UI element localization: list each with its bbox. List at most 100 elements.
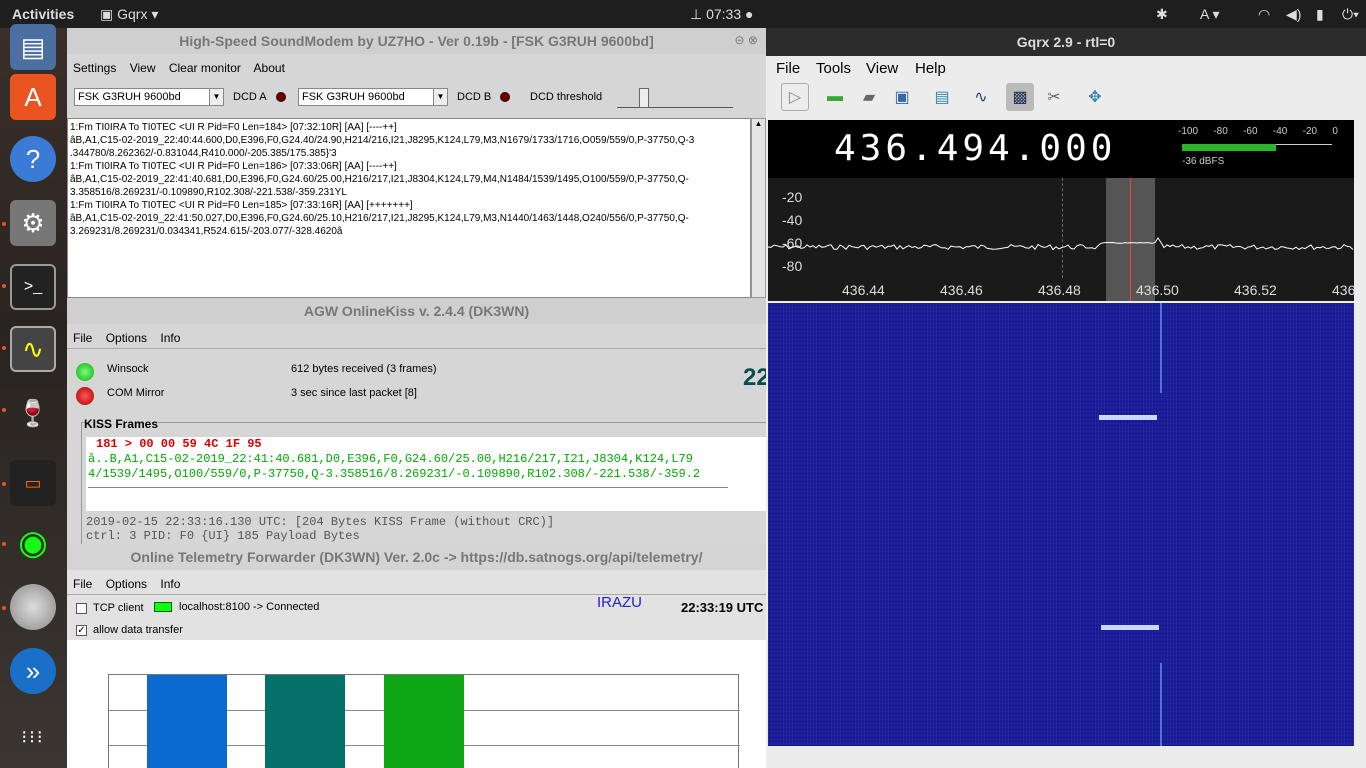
running-indicator xyxy=(2,284,6,288)
save-icon[interactable]: ▣ xyxy=(888,83,916,111)
settings-icon[interactable]: ⚙ xyxy=(10,200,56,246)
frame-text: â..B,A1,C15-02-2019_22:41:40.681,D0,E396… xyxy=(88,452,693,466)
modem-a-select[interactable]: FSK G3RUH 9600bd ▼ xyxy=(74,88,224,106)
fullscreen-icon[interactable]: ✥ xyxy=(1081,83,1109,111)
satellite-dish-icon[interactable] xyxy=(10,584,56,630)
wifi-icon[interactable]: ◠ xyxy=(1258,6,1270,23)
slider-handle[interactable] xyxy=(639,88,649,108)
soundmodem-window: High-Speed SoundModem by UZ7HO - Ver 0.1… xyxy=(67,28,766,298)
monitor-scrollbar[interactable]: ▲ xyxy=(751,118,766,298)
freq-label: 436.50 xyxy=(1136,282,1179,298)
log-line: 1:Fm TI0IRA To TI0TEC <UI R Pid=F0 Len=1… xyxy=(70,200,413,211)
bookmark-icon[interactable]: ▤ xyxy=(928,83,956,111)
activities-button[interactable]: Activities xyxy=(12,6,74,22)
top-bar: Activities ▣ Gqrx ▾ ⊥ 07:33 ● ✱ A ▾ ◠ ◀)… xyxy=(0,0,1366,28)
gqrx-menu-tools[interactable]: Tools xyxy=(816,60,851,77)
menu-clear-monitor[interactable]: Clear monitor xyxy=(169,61,241,75)
software-center-icon[interactable]: A xyxy=(10,74,56,120)
menu-about[interactable]: About xyxy=(254,61,285,75)
battery-icon[interactable]: ▮ xyxy=(1316,6,1324,23)
signal-level-bar xyxy=(1182,144,1276,151)
signal-level-label: -36 dBFS xyxy=(1182,156,1225,167)
show-applications-icon[interactable]: ⁝⁝⁝ xyxy=(10,714,56,760)
spectrum-plot[interactable]: -20 -40 -60 -80 436.44 436.46 436.48 436… xyxy=(768,178,1356,301)
dcd-threshold-label: DCD threshold xyxy=(530,91,603,103)
menu-label: File xyxy=(776,60,801,77)
fft-settings-icon[interactable]: ∿ xyxy=(967,83,995,111)
wine-icon[interactable]: 🍷 xyxy=(10,390,56,436)
tcp-client-checkbox[interactable] xyxy=(76,603,87,614)
satellite-name: IRAZU xyxy=(597,594,642,611)
menu-view[interactable]: View xyxy=(130,61,156,75)
menu-options[interactable]: Options xyxy=(106,577,147,591)
gqrx-dock-icon[interactable]: ∿ xyxy=(10,326,56,372)
telemetry-chart xyxy=(108,674,740,768)
lips-icon[interactable]: ◉ xyxy=(10,520,56,566)
divider xyxy=(67,594,766,595)
device-icon[interactable]: ▬ xyxy=(821,83,849,111)
frequency-display[interactable]: 436.494.000 xyxy=(834,128,1116,169)
volume-icon[interactable]: ◀) xyxy=(1286,6,1301,23)
menu-options[interactable]: Options xyxy=(106,331,147,345)
dcd-b-led xyxy=(500,92,510,102)
dcd-b-label: DCD B xyxy=(457,91,492,103)
log-line: âB,A1,C15-02-2019_22:40:44.600,D0,E396,F… xyxy=(70,135,695,146)
freq-label: 436.46 xyxy=(940,282,983,298)
freq-label: 436.48 xyxy=(1038,282,1081,298)
log-line: 3.269231/8.269231/0.034341,R524.615/-203… xyxy=(70,226,343,237)
menu-info[interactable]: Info xyxy=(160,577,180,591)
allow-transfer-label: allow data transfer xyxy=(93,624,183,636)
forwarder-menu: File Options Info xyxy=(73,577,190,591)
app-menu[interactable]: ▣ Gqrx ▾ xyxy=(100,6,158,23)
chevron-down-icon: ▼ xyxy=(209,89,223,105)
onlinekiss-menu: File Options Info xyxy=(73,331,190,345)
kiss-frame-view[interactable]: 181 > 00 00 59 4C 1F 95 â..B,A1,C15-02-2… xyxy=(86,437,766,511)
clock[interactable]: ⊥ 07:33 ● xyxy=(690,6,754,23)
modem-icon[interactable]: ▭ xyxy=(10,460,56,506)
gqrx-menu-help[interactable]: Help xyxy=(915,60,946,77)
app-name: Gqrx xyxy=(117,6,148,22)
frame-info-line: 2019-02-15 22:33:16.130 UTC: [204 Bytes … xyxy=(86,515,555,529)
menu-info[interactable]: Info xyxy=(160,331,180,345)
modem-b-select[interactable]: FSK G3RUH 9600bd ▼ xyxy=(298,88,448,106)
remote-control-icon[interactable]: ▩ xyxy=(1006,83,1034,111)
telemetry-bar xyxy=(147,675,227,768)
log-line: 1:Fm TI0IRA To TI0TEC <UI R Pid=F0 Len=1… xyxy=(70,122,397,133)
winsock-status: 612 bytes received (3 frames) xyxy=(291,363,437,375)
monitor-log[interactable]: 1:Fm TI0IRA To TI0TEC <UI R Pid=F0 Len=1… xyxy=(67,118,751,298)
telemetry-bar xyxy=(265,675,345,768)
running-indicator xyxy=(2,408,6,412)
scroll-up-icon[interactable]: ▲ xyxy=(752,119,765,128)
big-counter: 22 xyxy=(743,364,766,391)
teamviewer-icon[interactable]: » xyxy=(10,648,56,694)
menu-file[interactable]: File xyxy=(73,577,92,591)
bluetooth-icon[interactable]: ✱ xyxy=(1156,6,1168,23)
menu-settings[interactable]: Settings xyxy=(73,61,116,75)
window-controls[interactable]: ⊝ ⊗ xyxy=(735,33,758,47)
log-line: âB,A1,C15-02-2019_22:41:50.027,D0,E396,F… xyxy=(70,213,689,224)
open-folder-icon[interactable]: ▰ xyxy=(855,83,883,111)
gqrx-menu-view[interactable]: View xyxy=(866,60,898,77)
files-icon[interactable]: ▤ xyxy=(10,24,56,70)
frame-hex: 181 > 00 00 59 4C 1F 95 xyxy=(96,437,262,451)
soundmodem-menu: Settings View Clear monitor About xyxy=(73,61,295,75)
keyboard-layout[interactable]: A ▾ xyxy=(1200,6,1220,23)
clock-time: 07:33 xyxy=(706,6,742,22)
spectrum-line xyxy=(768,237,1354,251)
tcp-client-label: TCP client xyxy=(93,602,144,614)
play-icon[interactable]: ▷ xyxy=(781,83,809,111)
menu-file[interactable]: File xyxy=(73,331,92,345)
power-menu-icon[interactable]: ⏻▾ xyxy=(1342,6,1359,23)
freq-label: 436 xyxy=(1332,282,1356,298)
tools-icon[interactable]: ✂ xyxy=(1040,83,1068,111)
terminal-icon[interactable]: >_ xyxy=(10,264,56,310)
running-indicator xyxy=(2,222,6,226)
meter-tick: -80 xyxy=(1213,126,1228,137)
dcd-threshold-slider[interactable] xyxy=(617,88,733,108)
gqrx-menu-file[interactable]: File xyxy=(776,60,800,77)
waterfall-display[interactable] xyxy=(768,303,1354,746)
meter-tick: -100 xyxy=(1178,126,1199,137)
allow-transfer-checkbox[interactable]: ✓ xyxy=(76,625,87,636)
help-icon[interactable]: ? xyxy=(10,136,56,182)
carrier-line xyxy=(1160,663,1162,746)
